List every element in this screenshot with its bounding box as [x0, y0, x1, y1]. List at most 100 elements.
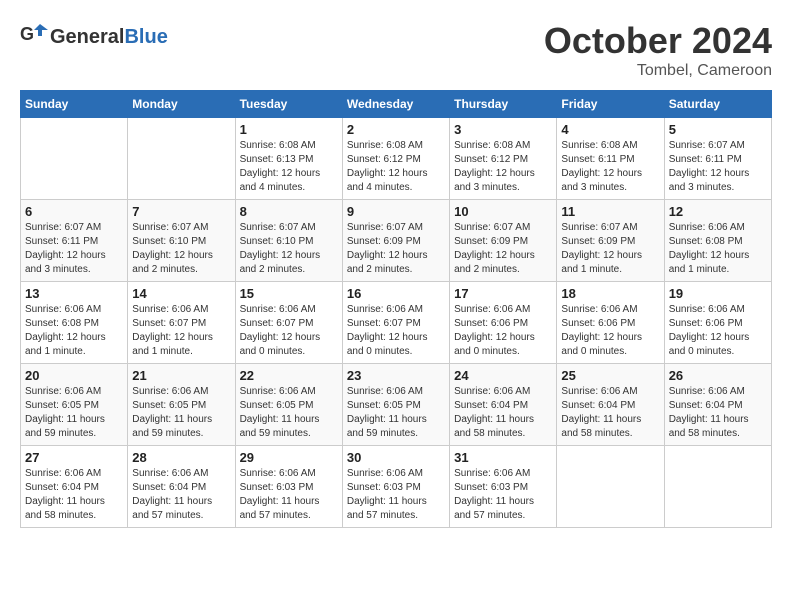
day-info: Sunrise: 6:07 AM Sunset: 6:09 PM Dayligh… [561, 221, 659, 277]
calendar-cell: 4 Sunrise: 6:08 AM Sunset: 6:11 PM Daylig… [557, 118, 664, 200]
day-number: 27 [25, 450, 123, 465]
day-number: 23 [347, 368, 445, 383]
day-info: Sunrise: 6:07 AM Sunset: 6:10 PM Dayligh… [240, 221, 338, 277]
day-number: 12 [669, 204, 767, 219]
day-number: 26 [669, 368, 767, 383]
day-number: 3 [454, 122, 552, 137]
day-info: Sunrise: 6:08 AM Sunset: 6:12 PM Dayligh… [347, 139, 445, 195]
logo: G GeneralBlue [20, 20, 168, 53]
day-number: 10 [454, 204, 552, 219]
day-number: 2 [347, 122, 445, 137]
calendar-cell: 15 Sunrise: 6:06 AM Sunset: 6:07 PM Dayli… [235, 282, 342, 364]
calendar-cell [21, 118, 128, 200]
calendar-cell: 17Sunrise: 6:06 AM Sunset: 6:06 PM Dayli… [450, 282, 557, 364]
calendar-cell: 25Sunrise: 6:06 AM Sunset: 6:04 PM Dayli… [557, 364, 664, 446]
day-info: Sunrise: 6:07 AM Sunset: 6:11 PM Dayligh… [25, 221, 123, 277]
day-number: 19 [669, 286, 767, 301]
day-number: 22 [240, 368, 338, 383]
calendar-cell: 30 Sunrise: 6:06 AM Sunset: 6:03 PM Dayli… [342, 446, 449, 528]
day-number: 1 [240, 122, 338, 137]
day-info: Sunrise: 6:06 AM Sunset: 6:05 PM Dayligh… [132, 385, 230, 441]
day-info: Sunrise: 6:06 AM Sunset: 6:08 PM Dayligh… [669, 221, 767, 277]
calendar-cell: 1 Sunrise: 6:08 AM Sunset: 6:13 PM Daylig… [235, 118, 342, 200]
calendar-cell: 10 Sunrise: 6:07 AM Sunset: 6:09 PM Dayli… [450, 200, 557, 282]
day-info: Sunrise: 6:06 AM Sunset: 6:04 PM Dayligh… [454, 385, 552, 441]
day-number: 16 [347, 286, 445, 301]
weekday-header: Wednesday [342, 91, 449, 118]
calendar-cell: 27 Sunrise: 6:06 AM Sunset: 6:04 PM Dayli… [21, 446, 128, 528]
calendar-cell: 7 Sunrise: 6:07 AM Sunset: 6:10 PM Daylig… [128, 200, 235, 282]
day-info: Sunrise: 6:06 AM Sunset: 6:07 PM Dayligh… [240, 303, 338, 359]
weekday-header: Monday [128, 91, 235, 118]
weekday-header: Saturday [664, 91, 771, 118]
day-number: 30 [347, 450, 445, 465]
page-header: G GeneralBlue October 2024 Tombel, Camer… [20, 20, 772, 80]
calendar-cell: 8Sunrise: 6:07 AM Sunset: 6:10 PM Daylig… [235, 200, 342, 282]
day-number: 31 [454, 450, 552, 465]
calendar-cell: 29Sunrise: 6:06 AM Sunset: 6:03 PM Dayli… [235, 446, 342, 528]
calendar-cell: 26Sunrise: 6:06 AM Sunset: 6:04 PM Dayli… [664, 364, 771, 446]
day-info: Sunrise: 6:06 AM Sunset: 6:04 PM Dayligh… [561, 385, 659, 441]
day-number: 28 [132, 450, 230, 465]
day-info: Sunrise: 6:07 AM Sunset: 6:11 PM Dayligh… [669, 139, 767, 195]
day-number: 24 [454, 368, 552, 383]
day-info: Sunrise: 6:07 AM Sunset: 6:10 PM Dayligh… [132, 221, 230, 277]
calendar-cell: 20 Sunrise: 6:06 AM Sunset: 6:05 PM Dayli… [21, 364, 128, 446]
calendar-cell [128, 118, 235, 200]
logo-general: General [50, 26, 124, 48]
day-info: Sunrise: 6:07 AM Sunset: 6:09 PM Dayligh… [454, 221, 552, 277]
day-info: Sunrise: 6:08 AM Sunset: 6:11 PM Dayligh… [561, 139, 659, 195]
day-info: Sunrise: 6:06 AM Sunset: 6:08 PM Dayligh… [25, 303, 123, 359]
day-number: 18 [561, 286, 659, 301]
day-info: Sunrise: 6:06 AM Sunset: 6:05 PM Dayligh… [25, 385, 123, 441]
calendar-cell: 16 Sunrise: 6:06 AM Sunset: 6:07 PM Dayli… [342, 282, 449, 364]
calendar-cell: 2 Sunrise: 6:08 AM Sunset: 6:12 PM Daylig… [342, 118, 449, 200]
calendar-cell: 19Sunrise: 6:06 AM Sunset: 6:06 PM Dayli… [664, 282, 771, 364]
day-info: Sunrise: 6:06 AM Sunset: 6:03 PM Dayligh… [347, 467, 445, 523]
day-number: 9 [347, 204, 445, 219]
day-number: 20 [25, 368, 123, 383]
calendar-table: SundayMondayTuesdayWednesdayThursdayFrid… [20, 90, 772, 528]
calendar-cell: 3 Sunrise: 6:08 AM Sunset: 6:12 PM Daylig… [450, 118, 557, 200]
page-subtitle: Tombel, Cameroon [544, 62, 772, 80]
day-number: 14 [132, 286, 230, 301]
weekday-header: Tuesday [235, 91, 342, 118]
calendar-cell: 5 Sunrise: 6:07 AM Sunset: 6:11 PM Daylig… [664, 118, 771, 200]
day-info: Sunrise: 6:06 AM Sunset: 6:05 PM Dayligh… [240, 385, 338, 441]
calendar-cell [557, 446, 664, 528]
calendar-cell: 21 Sunrise: 6:06 AM Sunset: 6:05 PM Dayli… [128, 364, 235, 446]
title-block: October 2024 Tombel, Cameroon [544, 20, 772, 80]
day-info: Sunrise: 6:07 AM Sunset: 6:09 PM Dayligh… [347, 221, 445, 277]
calendar-cell: 13Sunrise: 6:06 AM Sunset: 6:08 PM Dayli… [21, 282, 128, 364]
weekday-header: Sunday [21, 91, 128, 118]
svg-text:G: G [20, 24, 34, 44]
day-info: Sunrise: 6:08 AM Sunset: 6:12 PM Dayligh… [454, 139, 552, 195]
day-info: Sunrise: 6:06 AM Sunset: 6:03 PM Dayligh… [240, 467, 338, 523]
day-number: 5 [669, 122, 767, 137]
calendar-cell: 22 Sunrise: 6:06 AM Sunset: 6:05 PM Dayli… [235, 364, 342, 446]
day-info: Sunrise: 6:06 AM Sunset: 6:07 PM Dayligh… [347, 303, 445, 359]
day-number: 15 [240, 286, 338, 301]
day-number: 17 [454, 286, 552, 301]
calendar-cell: 9 Sunrise: 6:07 AM Sunset: 6:09 PM Daylig… [342, 200, 449, 282]
day-number: 11 [561, 204, 659, 219]
calendar-cell: 11 Sunrise: 6:07 AM Sunset: 6:09 PM Dayli… [557, 200, 664, 282]
logo-blue: Blue [124, 26, 167, 48]
day-number: 7 [132, 204, 230, 219]
day-info: Sunrise: 6:06 AM Sunset: 6:04 PM Dayligh… [25, 467, 123, 523]
calendar-cell: 6Sunrise: 6:07 AM Sunset: 6:11 PM Daylig… [21, 200, 128, 282]
calendar-cell [664, 446, 771, 528]
page-title: October 2024 [544, 20, 772, 62]
weekday-header: Friday [557, 91, 664, 118]
day-info: Sunrise: 6:06 AM Sunset: 6:04 PM Dayligh… [132, 467, 230, 523]
day-number: 4 [561, 122, 659, 137]
day-info: Sunrise: 6:06 AM Sunset: 6:05 PM Dayligh… [347, 385, 445, 441]
day-info: Sunrise: 6:08 AM Sunset: 6:13 PM Dayligh… [240, 139, 338, 195]
calendar-cell: 12 Sunrise: 6:06 AM Sunset: 6:08 PM Dayli… [664, 200, 771, 282]
calendar-cell: 28 Sunrise: 6:06 AM Sunset: 6:04 PM Dayli… [128, 446, 235, 528]
day-number: 21 [132, 368, 230, 383]
logo-icon: G [20, 20, 48, 53]
day-info: Sunrise: 6:06 AM Sunset: 6:03 PM Dayligh… [454, 467, 552, 523]
day-info: Sunrise: 6:06 AM Sunset: 6:06 PM Dayligh… [561, 303, 659, 359]
calendar-cell: 31 Sunrise: 6:06 AM Sunset: 6:03 PM Dayli… [450, 446, 557, 528]
